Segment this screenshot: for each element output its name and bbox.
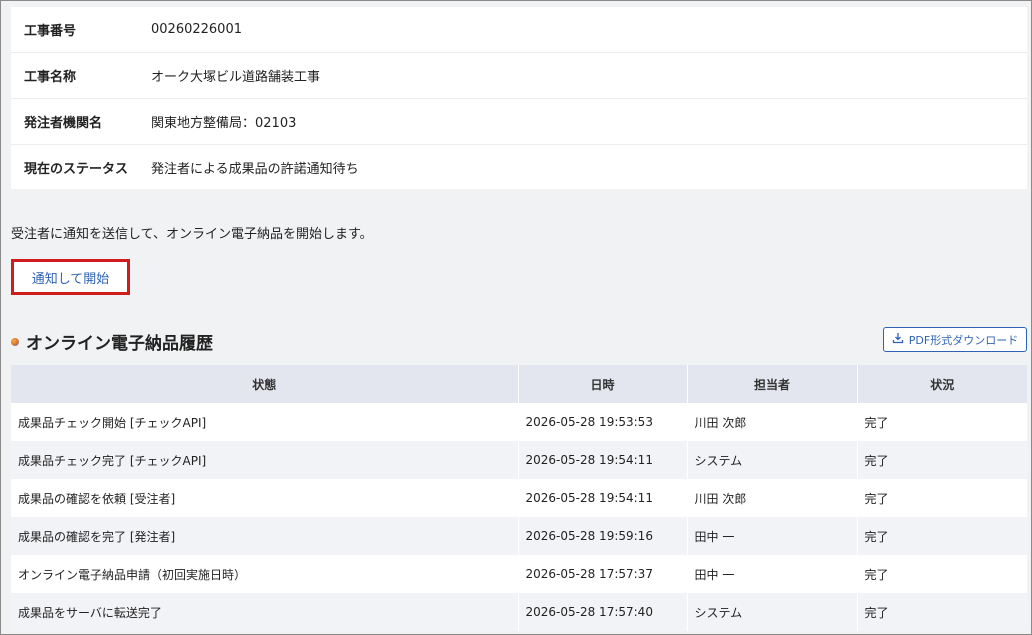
project-info-table: 工事番号 00260226001 工事名称 オーク大塚ビル道路舗装工事 発注者機… [11,7,1027,189]
page-frame: 工事番号 00260226001 工事名称 オーク大塚ビル道路舗装工事 発注者機… [0,0,1032,635]
table-row: オンライン電子納品申請（初回実施日時） 2026-05-28 17:57:37 … [11,555,1027,593]
info-value: オーク大塚ビル道路舗装工事 [151,70,321,85]
cell-datetime: 2026-05-28 17:57:40 [518,593,688,631]
history-table: 状態 日時 担当者 状況 成果品チェック開始 [チェックAPI] 2026-05… [11,365,1027,631]
info-row-status: 現在のステータス 発注者による成果品の許諾通知待ち [11,145,1027,189]
table-row: 成果品の確認を完了 [発注者] 2026-05-28 19:59:16 田中 一… [11,517,1027,555]
cell-person: 川田 次郎 [687,479,858,517]
cell-state: 成果品をサーバに転送完了 [11,593,519,631]
pdf-download-button[interactable]: PDF形式ダウンロード [883,327,1027,352]
table-row: 成果品チェック完了 [チェックAPI] 2026-05-28 19:54:11 … [11,441,1027,479]
cell-datetime: 2026-05-28 19:53:53 [518,403,688,441]
column-header-state: 状態 [11,365,519,403]
info-value: 00260226001 [151,22,242,37]
cell-datetime: 2026-05-28 17:57:37 [518,555,688,593]
cell-state: 成果品チェック開始 [チェックAPI] [11,403,519,441]
table-row: 成果品チェック開始 [チェックAPI] 2026-05-28 19:53:53 … [11,403,1027,441]
history-section-title: オンライン電子納品履歴 [11,329,213,354]
pdf-download-label: PDF形式ダウンロード [908,333,1019,347]
cell-status: 完了 [857,593,1027,631]
history-header-row: 状態 日時 担当者 状況 [11,365,1027,403]
cell-person: 川田 次郎 [687,403,858,441]
download-icon [892,332,904,347]
table-row: 成果品をサーバに転送完了 2026-05-28 17:57:40 システム 完了 [11,593,1027,631]
info-value: 発注者による成果品の許諾通知待ち [151,161,359,177]
cell-status: 完了 [857,479,1027,517]
info-row-orderer: 発注者機関名 関東地方整備局：02103 [11,99,1027,145]
column-header-datetime: 日時 [518,365,688,403]
cell-status: 完了 [857,555,1027,593]
cell-status: 完了 [857,441,1027,479]
notify-and-start-button[interactable]: 通知して開始 [11,259,130,295]
cell-person: 田中 一 [687,555,858,593]
cell-state: オンライン電子納品申請（初回実施日時） [11,555,519,593]
cell-person: 田中 一 [687,517,858,555]
notification-description: 受注者に通知を送信して、オンライン電子納品を開始します。 [11,227,373,242]
cell-status: 完了 [857,517,1027,555]
info-label: 工事番号 [24,24,77,39]
cell-datetime: 2026-05-28 19:59:16 [518,517,688,555]
info-label: 現在のステータス [24,161,129,177]
info-label: 発注者機関名 [24,116,103,131]
section-bullet-icon [11,337,19,346]
cell-person: システム [687,441,858,479]
column-header-person: 担当者 [687,365,858,403]
history-title: オンライン電子納品履歴 [26,334,213,354]
cell-state: 成果品チェック完了 [チェックAPI] [11,441,519,479]
cell-datetime: 2026-05-28 19:54:11 [518,479,688,517]
info-row-project-number: 工事番号 00260226001 [11,7,1027,53]
info-label: 工事名称 [24,70,77,85]
column-header-status: 状況 [857,365,1027,403]
cell-state: 成果品の確認を完了 [発注者] [11,517,519,555]
cell-datetime: 2026-05-28 19:54:11 [518,441,688,479]
info-value: 関東地方整備局：02103 [151,116,297,131]
info-row-project-name: 工事名称 オーク大塚ビル道路舗装工事 [11,53,1027,99]
cell-person: システム [687,593,858,631]
cell-state: 成果品の確認を依頼 [受注者] [11,479,519,517]
table-row: 成果品の確認を依頼 [受注者] 2026-05-28 19:54:11 川田 次… [11,479,1027,517]
cell-status: 完了 [857,403,1027,441]
